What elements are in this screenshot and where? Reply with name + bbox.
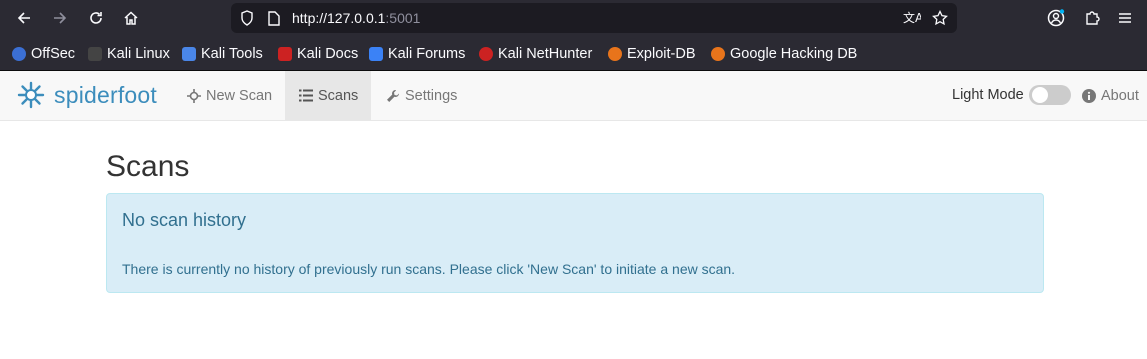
info-icon — [1082, 89, 1096, 103]
arrow-right-icon — [54, 12, 67, 24]
home-icon — [124, 11, 138, 25]
offsec-icon — [12, 47, 26, 61]
nethunter-icon — [479, 47, 493, 61]
kali-docs-icon — [278, 47, 292, 61]
about-label: About — [1101, 88, 1139, 104]
light-mode-toggle[interactable] — [1028, 85, 1071, 105]
ghdb-icon — [711, 47, 725, 61]
puzzle-icon — [1086, 11, 1100, 25]
account-button[interactable] — [1044, 6, 1068, 30]
light-mode-control: Light Mode — [952, 85, 1071, 105]
light-mode-label: Light Mode — [952, 87, 1024, 103]
bookmark-kali-tools[interactable]: Kali Tools — [182, 45, 263, 63]
address-bar[interactable]: http://127.0.0.1:5001 文A — [231, 3, 957, 33]
bookmark-kali-forums[interactable]: Kali Forums — [369, 45, 465, 63]
spiderfoot-logo-icon — [17, 81, 45, 109]
menu-button[interactable] — [1113, 6, 1137, 30]
bookmark-label: Kali Forums — [388, 46, 466, 62]
arrow-left-icon — [17, 12, 30, 24]
browser-toolbar: http://127.0.0.1:5001 文A — [0, 0, 1147, 36]
bookmark-label: Kali Docs — [297, 46, 359, 62]
nav-scans[interactable]: Scans — [285, 71, 371, 120]
alert-heading: No scan history — [122, 210, 247, 230]
about-link[interactable]: About — [1082, 88, 1139, 104]
nav-settings[interactable]: Settings — [372, 71, 471, 120]
bookmark-kali-nethunter[interactable]: Kali NetHunter — [479, 45, 592, 63]
reload-icon — [90, 12, 102, 24]
shield-icon[interactable] — [237, 8, 257, 28]
forward-button[interactable] — [48, 6, 72, 30]
bookmark-google-hacking-db[interactable]: Google Hacking DB — [711, 45, 857, 63]
account-icon — [1047, 9, 1065, 27]
extensions-button[interactable] — [1080, 6, 1104, 30]
url-host: http://127.0.0.1 — [292, 10, 386, 26]
bookmark-label: Kali NetHunter — [498, 46, 593, 62]
svg-text:文A: 文A — [903, 10, 921, 25]
brand-spider: spider — [54, 81, 118, 108]
page-icon[interactable] — [264, 8, 284, 28]
nav-label: Scans — [318, 87, 359, 104]
nav-label: New Scan — [206, 87, 273, 104]
exploit-db-icon — [608, 47, 622, 61]
kali-tools-icon — [182, 47, 196, 61]
bookmark-kali-linux[interactable]: Kali Linux — [88, 45, 170, 63]
list-icon — [299, 89, 313, 102]
spiderfoot-logo[interactable]: spiderfoot — [16, 79, 157, 111]
brand-name: spiderfoot — [54, 82, 157, 109]
back-button[interactable] — [12, 6, 36, 30]
bookmark-label: Kali Linux — [107, 46, 170, 62]
alert-text: There is currently no history of previou… — [122, 261, 736, 277]
no-scan-history-alert: No scan history There is currently no hi… — [106, 193, 1044, 293]
bookmark-exploit-db[interactable]: Exploit-DB — [608, 45, 696, 63]
page-title: Scans — [106, 150, 190, 183]
home-button[interactable] — [119, 6, 143, 30]
crosshair-icon — [187, 88, 201, 103]
bookmark-label: Exploit-DB — [627, 46, 696, 62]
bookmark-offsec[interactable]: OffSec — [12, 45, 75, 63]
translate-icon[interactable]: 文A — [902, 8, 922, 28]
kali-forums-icon — [369, 47, 383, 61]
bookmark-kali-docs[interactable]: Kali Docs — [278, 45, 358, 63]
wrench-icon — [386, 89, 400, 103]
nav-label: Settings — [405, 87, 458, 104]
hamburger-icon — [1119, 13, 1131, 23]
url-port: :5001 — [385, 10, 421, 26]
app-navbar: spiderfoot New Scan Scans Settings Light… — [0, 71, 1147, 121]
bookmarks-bar: OffSec Kali Linux Kali Tools Kali Docs K… — [0, 36, 1147, 71]
kali-dragon-icon — [88, 47, 102, 61]
bookmark-star-icon[interactable] — [930, 8, 950, 28]
nav-new-scan[interactable]: New Scan — [173, 71, 286, 120]
brand-foot: foot — [117, 81, 158, 108]
bookmark-label: Kali Tools — [201, 46, 263, 62]
bookmark-label: OffSec — [31, 46, 76, 62]
bookmark-label: Google Hacking DB — [730, 46, 858, 62]
reload-button[interactable] — [84, 6, 108, 30]
url-text: http://127.0.0.1:5001 — [292, 10, 420, 26]
toggle-knob — [1031, 87, 1048, 103]
